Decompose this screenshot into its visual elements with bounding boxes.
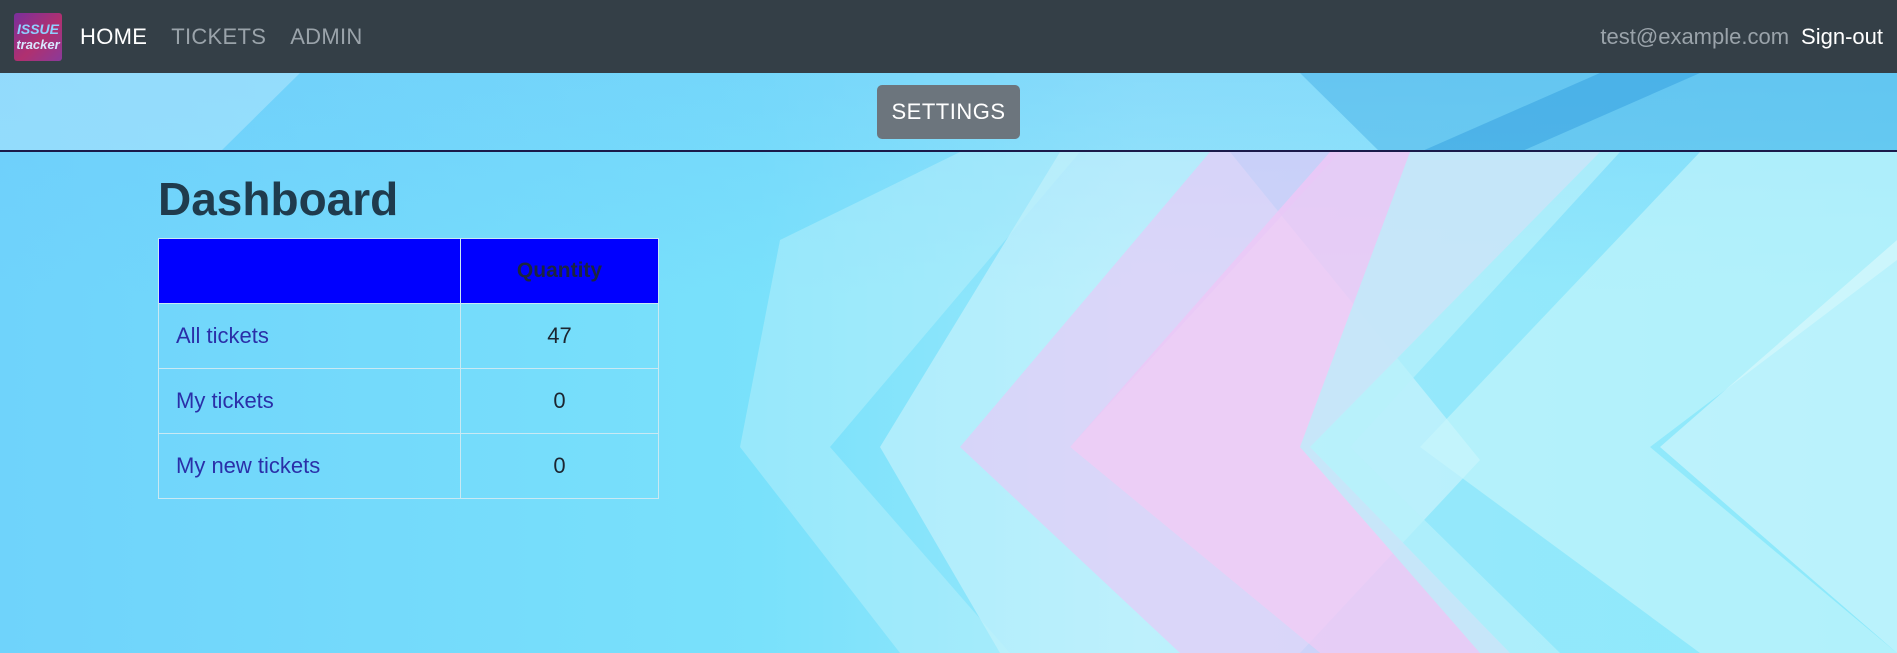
nav-link-admin[interactable]: ADMIN [290,24,362,50]
signout-link[interactable]: Sign-out [1801,24,1883,50]
page-title: Dashboard [158,173,399,225]
nav-link-tickets[interactable]: TICKETS [171,24,266,50]
user-area: test@example.com Sign-out [1600,24,1883,50]
main-content: Dashboard Quantity All tickets 47 My tic… [158,172,659,499]
top-navbar: ISSUE tracker HOME TICKETS ADMIN test@ex… [0,0,1897,73]
nav-links: HOME TICKETS ADMIN [80,24,363,50]
row-quantity: 0 [460,368,659,434]
row-link-my-tickets[interactable]: My tickets [158,368,461,434]
dashboard-table: Quantity All tickets 47 My tickets 0 My … [158,238,659,499]
logo-line2: tracker [16,36,60,52]
row-link-all-tickets[interactable]: All tickets [158,303,461,369]
row-quantity: 0 [460,433,659,499]
logo-line1: ISSUE [16,20,59,37]
table-row: All tickets 47 [158,303,659,369]
user-email: test@example.com [1600,23,1790,49]
row-link-my-new-tickets[interactable]: My new tickets [158,433,461,499]
app-logo[interactable]: ISSUE tracker [14,12,62,61]
table-row: My new tickets 0 [158,433,659,499]
table-header-quantity: Quantity [460,238,659,304]
settings-banner: SETTINGS [0,73,1897,152]
table-header-row: Quantity [158,238,659,304]
table-header-label [158,238,461,304]
row-quantity: 47 [460,303,659,369]
nav-link-home[interactable]: HOME [80,24,147,50]
settings-button[interactable]: SETTINGS [877,84,1020,139]
table-row: My tickets 0 [158,368,659,434]
